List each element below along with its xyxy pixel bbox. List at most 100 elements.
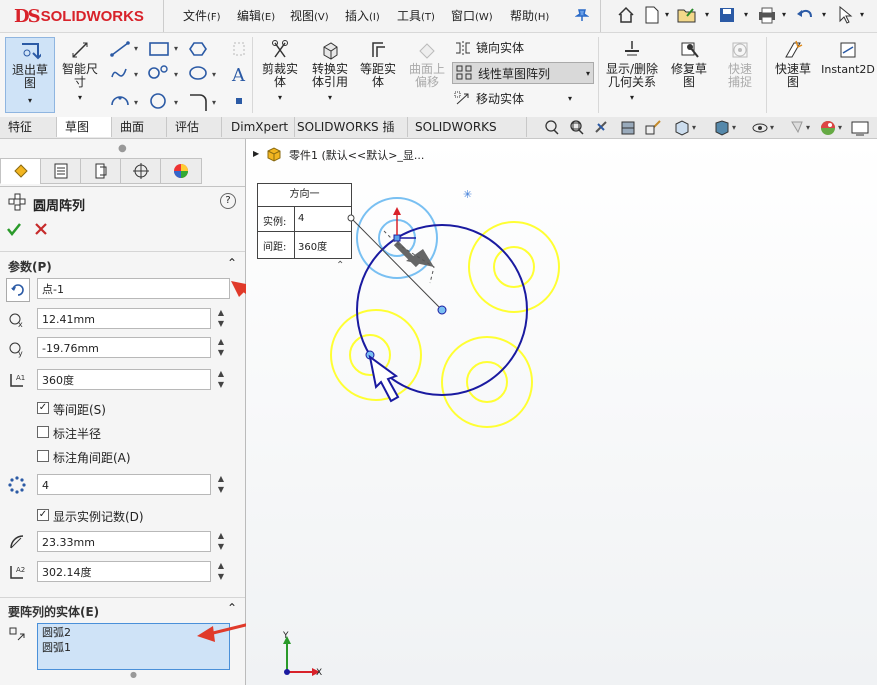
tab-sketch[interactable]: 草图 xyxy=(57,117,112,137)
svg-text:▾: ▾ xyxy=(806,123,810,132)
dropdown-arrow-icon[interactable]: ▾ xyxy=(782,10,786,19)
dimxpert-manager-tab[interactable] xyxy=(120,158,162,184)
quick-snaps-button[interactable]: 快速捕捉 xyxy=(718,37,762,89)
radius-spinner[interactable]: ▲ ▼ xyxy=(216,530,226,552)
panel-grip[interactable]: ● xyxy=(118,143,127,154)
dimension-radius-label: 标注半径 xyxy=(53,427,102,441)
tab-features[interactable]: 特征 xyxy=(0,117,57,137)
direction-arrow-shaft xyxy=(393,240,421,268)
center-x-icon: x xyxy=(6,308,28,330)
pattern-angle-spinner[interactable]: ▲ ▼ xyxy=(216,368,226,390)
undo-icon[interactable] xyxy=(794,4,816,26)
mirror-entities-label: 镜向实体 xyxy=(476,41,525,55)
menu-tools[interactable]: 工具(T) xyxy=(397,7,435,24)
svg-text:▾: ▾ xyxy=(174,70,178,79)
menu-file[interactable]: 文件(F) xyxy=(183,7,221,24)
svg-text:A: A xyxy=(231,65,246,86)
print-icon[interactable] xyxy=(756,4,778,26)
collapse-chevron-icon[interactable]: ⌃ xyxy=(227,256,237,270)
show-delete-relations-button[interactable]: 显示/删除几何关系 ▾ xyxy=(602,37,662,104)
save-icon[interactable] xyxy=(716,4,738,26)
instant2d-button[interactable]: Instant2D xyxy=(820,37,876,76)
tab-solidworks-addins[interactable]: SOLIDWORKS 插件 xyxy=(289,117,408,154)
repair-sketch-button[interactable]: 修复草图 xyxy=(666,37,712,89)
svg-text:▾: ▾ xyxy=(212,98,216,107)
dropdown-arrow-icon[interactable]: ▾ xyxy=(822,10,826,19)
resize-grip[interactable]: ● xyxy=(130,670,137,679)
display-instance-count-label: 显示实例记数(D) xyxy=(53,510,144,524)
open-folder-icon[interactable] xyxy=(676,4,698,26)
trim-entities-button[interactable]: 剪裁实体 ▾ xyxy=(256,37,304,104)
dropdown-arrow-icon[interactable]: ▾ xyxy=(328,91,332,104)
cancel-button[interactable] xyxy=(33,221,49,240)
parameters-section-header[interactable]: 参数(P) ⌃ xyxy=(0,251,245,274)
center-y-icon: y xyxy=(6,337,28,359)
arc-angle-input[interactable]: 302.14度 xyxy=(37,561,211,582)
menu-window[interactable]: 窗口(W) xyxy=(451,7,493,24)
feature-manager-tab[interactable] xyxy=(0,158,42,184)
help-button[interactable]: ? xyxy=(220,193,236,209)
instance-count-spinner[interactable]: ▲ ▼ xyxy=(216,473,226,495)
dropdown-arrow-icon[interactable]: ▾ xyxy=(278,91,282,104)
tab-dimxpert[interactable]: DimXpert xyxy=(223,117,295,137)
offset-on-surface-button[interactable]: 曲面上偏移 xyxy=(404,37,450,89)
sketch-geometry[interactable]: ✳ xyxy=(246,139,877,685)
svg-text:x: x xyxy=(18,320,23,329)
dimension-radius-checkbox[interactable] xyxy=(37,426,49,438)
rapid-sketch-button[interactable]: 快速草图 xyxy=(770,37,816,89)
dropdown-arrow-icon[interactable]: ▾ xyxy=(78,91,82,104)
ellipse-icon xyxy=(189,66,207,80)
rotate-direction-icon[interactable] xyxy=(6,278,30,302)
equal-spacing-checkbox[interactable]: ✓ xyxy=(37,402,49,414)
home-icon[interactable] xyxy=(615,4,637,26)
instance-count-input[interactable]: 4 xyxy=(37,474,211,495)
tab-solidworks-mbd[interactable]: SOLIDWORKS MBD xyxy=(407,117,527,154)
dropdown-arrow-icon[interactable]: ▾ xyxy=(705,10,709,19)
menu-help[interactable]: 帮助(H) xyxy=(510,7,549,24)
dropdown-arrow-icon[interactable]: ▾ xyxy=(568,94,572,103)
mirror-entities-button[interactable]: 镜向实体 xyxy=(454,39,524,56)
pattern-angle-input[interactable]: 360度 xyxy=(37,369,211,390)
svg-text:▾: ▾ xyxy=(732,123,736,132)
menu-edit[interactable]: 编辑(E) xyxy=(237,7,275,24)
move-entities-button[interactable]: 移动实体 ▾ xyxy=(454,90,572,107)
center-x-input[interactable]: 12.41mm xyxy=(37,308,211,329)
arc-angle-spinner[interactable]: ▲ ▼ xyxy=(216,560,226,582)
rectangle-icon xyxy=(149,42,169,56)
configuration-manager-tab[interactable] xyxy=(80,158,122,184)
tab-surfaces[interactable]: 曲面 xyxy=(112,117,167,137)
display-manager-tab[interactable] xyxy=(160,158,202,184)
menu-insert[interactable]: 插入(I) xyxy=(345,7,380,24)
property-manager-tab[interactable] xyxy=(40,158,82,184)
dimension-angular-spacing-checkbox[interactable] xyxy=(37,450,49,462)
pin-icon[interactable] xyxy=(571,4,593,26)
linear-sketch-pattern-button[interactable]: 线性草图阵列 ▾ xyxy=(452,62,594,84)
new-document-icon[interactable] xyxy=(641,4,663,26)
svg-text:▾: ▾ xyxy=(134,70,138,79)
dropdown-arrow-icon[interactable]: ▾ xyxy=(630,91,634,104)
fillet-icon xyxy=(190,94,207,111)
equal-spacing-label: 等间距(S) xyxy=(53,403,106,417)
view-toolbar[interactable]: ▾ ▾ ▾ ▾ ▾ xyxy=(540,118,877,137)
menu-view[interactable]: 视图(V) xyxy=(290,7,329,24)
svg-text:▾: ▾ xyxy=(770,123,774,132)
radius-input[interactable]: 23.33mm xyxy=(37,531,211,552)
convert-entities-button[interactable]: 转换实体引用 ▾ xyxy=(306,37,354,104)
center-point-field[interactable]: 点-1 xyxy=(37,278,230,299)
select-cursor-icon[interactable] xyxy=(834,4,856,26)
offset-on-surface-label: 曲面上偏移 xyxy=(408,62,445,89)
center-y-input[interactable]: -19.76mm xyxy=(37,337,211,358)
dropdown-arrow-icon[interactable]: ▾ xyxy=(586,69,590,78)
tab-evaluate[interactable]: 评估 xyxy=(167,117,222,137)
dropdown-arrow-icon[interactable]: ▾ xyxy=(28,94,32,107)
ok-button[interactable] xyxy=(6,221,22,240)
offset-entities-button[interactable]: 等距实体 xyxy=(356,37,400,89)
dropdown-arrow-icon[interactable]: ▾ xyxy=(860,10,864,19)
svg-text:y: y xyxy=(18,349,23,358)
dropdown-arrow-icon[interactable]: ▾ xyxy=(665,10,669,19)
dropdown-arrow-icon[interactable]: ▾ xyxy=(744,10,748,19)
exit-sketch-button[interactable]: 退出草图 ▾ xyxy=(5,37,55,113)
smart-dimension-button[interactable]: 智能尺寸 ▾ xyxy=(58,37,102,104)
display-instance-count-checkbox[interactable]: ✓ xyxy=(37,509,49,521)
rapid-sketch-icon xyxy=(779,37,807,63)
